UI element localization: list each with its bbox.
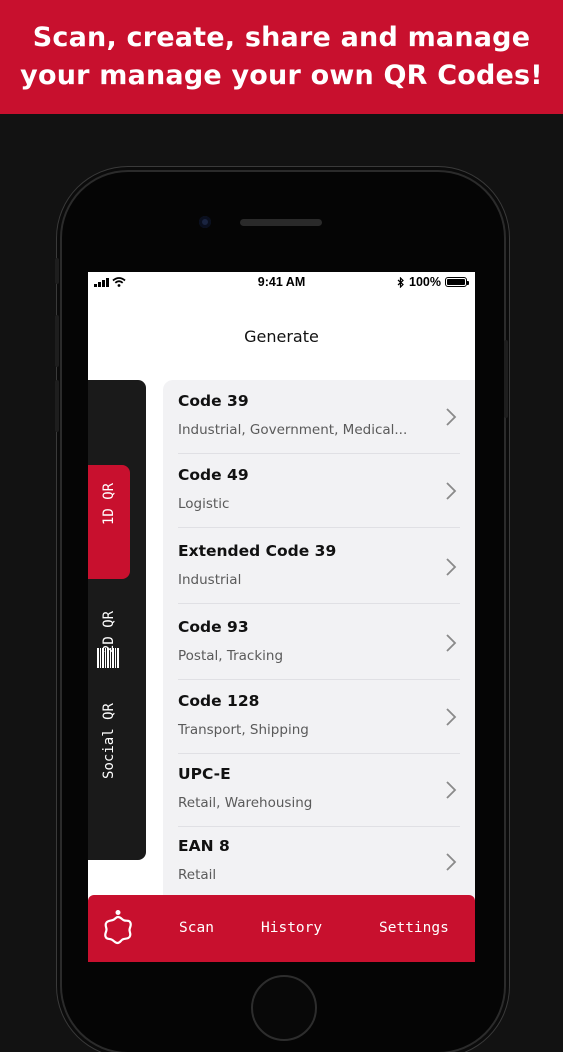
phone-volume-up xyxy=(55,315,59,367)
chevron-right-icon xyxy=(446,853,457,871)
battery-icon xyxy=(445,277,469,287)
battery-percent: 100% xyxy=(409,275,441,289)
page-title: Generate xyxy=(244,327,319,346)
promo-banner: Scan, create, share and manage your mana… xyxy=(0,0,563,114)
barcode-name: Code 93 xyxy=(178,618,249,636)
barcode-description: Retail, Warehousing xyxy=(178,795,313,811)
list-item[interactable]: Code 49 Logistic xyxy=(163,454,475,528)
list-item[interactable]: UPC-E Retail, Warehousing xyxy=(163,753,475,827)
chevron-right-icon xyxy=(446,408,457,426)
list-item[interactable]: Code 39 Industrial, Government, Medical.… xyxy=(163,380,475,454)
home-button[interactable] xyxy=(251,975,317,1041)
barcode-description: Logistic xyxy=(178,496,230,512)
tab-scan[interactable]: Scan xyxy=(179,920,214,936)
chevron-right-icon xyxy=(446,708,457,726)
barcode-name: EAN 8 xyxy=(178,837,230,855)
tab-2d-qr-label[interactable]: 2D QR xyxy=(100,607,118,657)
tab-social-qr-label[interactable]: Social QR xyxy=(100,696,118,786)
list-item[interactable]: Extended Code 39 Industrial xyxy=(163,530,475,604)
divider xyxy=(178,603,460,604)
tab-history[interactable]: History xyxy=(261,920,322,936)
list-item[interactable]: Code 128 Transport, Shipping xyxy=(163,680,475,754)
divider xyxy=(178,527,460,528)
barcode-type-list: Code 39 Industrial, Government, Medical.… xyxy=(163,380,475,910)
chevron-right-icon xyxy=(446,781,457,799)
side-tab-rail: 1D QR 2D QR Social QR xyxy=(88,380,146,860)
barcode-description: Transport, Shipping xyxy=(178,722,309,738)
barcode-name: UPC-E xyxy=(178,765,231,783)
barcode-description: Retail xyxy=(178,867,217,883)
banner-line-1: Scan, create, share and manage xyxy=(32,22,531,53)
tab-1d-qr-label[interactable]: 1D QR xyxy=(100,479,118,529)
status-right: 100% xyxy=(397,275,469,289)
barcode-description: Postal, Tracking xyxy=(178,648,284,664)
phone-volume-down xyxy=(55,380,59,432)
tab-settings[interactable]: Settings xyxy=(379,920,449,936)
earpiece-speaker xyxy=(240,219,322,226)
generate-gear-icon[interactable] xyxy=(100,909,136,947)
status-bar: 9:41 AM 100% xyxy=(88,272,475,294)
barcode-name: Extended Code 39 xyxy=(178,542,337,560)
barcode-description: Industrial, Government, Medical... xyxy=(178,422,408,438)
barcode-name: Code 49 xyxy=(178,466,249,484)
list-item[interactable]: EAN 8 Retail xyxy=(163,825,475,899)
bluetooth-icon xyxy=(397,276,404,288)
front-camera xyxy=(199,216,211,228)
barcode-description: Industrial xyxy=(178,572,242,588)
list-item[interactable]: Code 93 Postal, Tracking xyxy=(163,606,475,680)
phone-power-button xyxy=(504,340,508,418)
chevron-right-icon xyxy=(446,558,457,576)
barcode-name: Code 128 xyxy=(178,692,260,710)
bottom-tab-bar: Scan History Settings xyxy=(88,895,475,962)
chevron-right-icon xyxy=(446,634,457,652)
banner-line-2: your manage your own QR Codes! xyxy=(20,60,543,91)
barcode-name: Code 39 xyxy=(178,392,249,410)
phone-side-button xyxy=(55,258,59,284)
app-screen: 9:41 AM 100% Generate 1D QR 2D QR Social… xyxy=(88,272,475,962)
chevron-right-icon xyxy=(446,482,457,500)
